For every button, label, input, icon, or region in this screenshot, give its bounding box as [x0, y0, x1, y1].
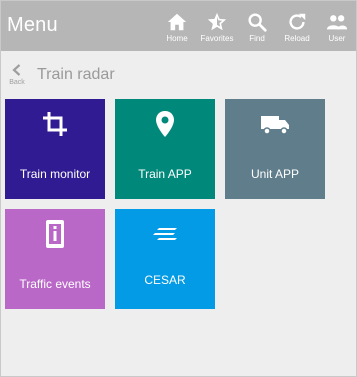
- tile-label: Train APP: [138, 167, 192, 181]
- tile-cesar[interactable]: CESAR: [115, 209, 215, 309]
- truck-icon: [261, 116, 289, 135]
- tile-label: CESAR: [144, 273, 186, 287]
- menu-title: Menu: [7, 14, 58, 36]
- star-icon: [207, 12, 227, 31]
- tile-unit-app[interactable]: Unit APP: [225, 99, 325, 199]
- tile-label: Unit APP: [250, 167, 300, 181]
- nav-find-label: Find: [249, 34, 265, 43]
- app-frame: Menu Home Favorites Find Reload User Bac…: [0, 0, 357, 377]
- home-icon: [167, 13, 187, 31]
- nav-user-button[interactable]: User: [317, 11, 357, 45]
- crop-icon: [43, 112, 67, 136]
- tile-train-monitor[interactable]: Train monitor: [5, 99, 105, 199]
- lines-icon: [153, 228, 177, 240]
- top-bar: Menu Home Favorites Find Reload User: [1, 1, 356, 51]
- tile-label: Traffic events: [19, 277, 91, 291]
- sub-header: Back Train radar: [1, 59, 356, 91]
- tile-label: Train monitor: [19, 167, 91, 181]
- nav-reload-button[interactable]: Reload: [277, 11, 317, 45]
- nav-user-label: User: [328, 34, 346, 43]
- nav-favorites-button[interactable]: Favorites: [197, 11, 237, 45]
- info-phone-icon: [46, 220, 64, 248]
- back-button[interactable]: Back: [7, 63, 27, 91]
- nav-home-button[interactable]: Home: [157, 11, 197, 45]
- back-label: Back: [9, 79, 25, 86]
- nav-home-label: Home: [166, 34, 188, 43]
- search-icon: [248, 13, 267, 32]
- users-icon: [326, 15, 348, 30]
- nav-favorites-label: Favorites: [200, 34, 234, 43]
- reload-icon: [289, 13, 306, 30]
- chevron-left-icon: [12, 64, 21, 76]
- tile-train-app[interactable]: Train APP: [115, 99, 215, 199]
- tile-traffic-events[interactable]: Traffic events: [5, 209, 105, 309]
- nav-find-button[interactable]: Find: [237, 11, 277, 45]
- map-pin-icon: [156, 111, 174, 137]
- nav-reload-label: Reload: [284, 34, 310, 43]
- page-title: Train radar: [37, 66, 115, 83]
